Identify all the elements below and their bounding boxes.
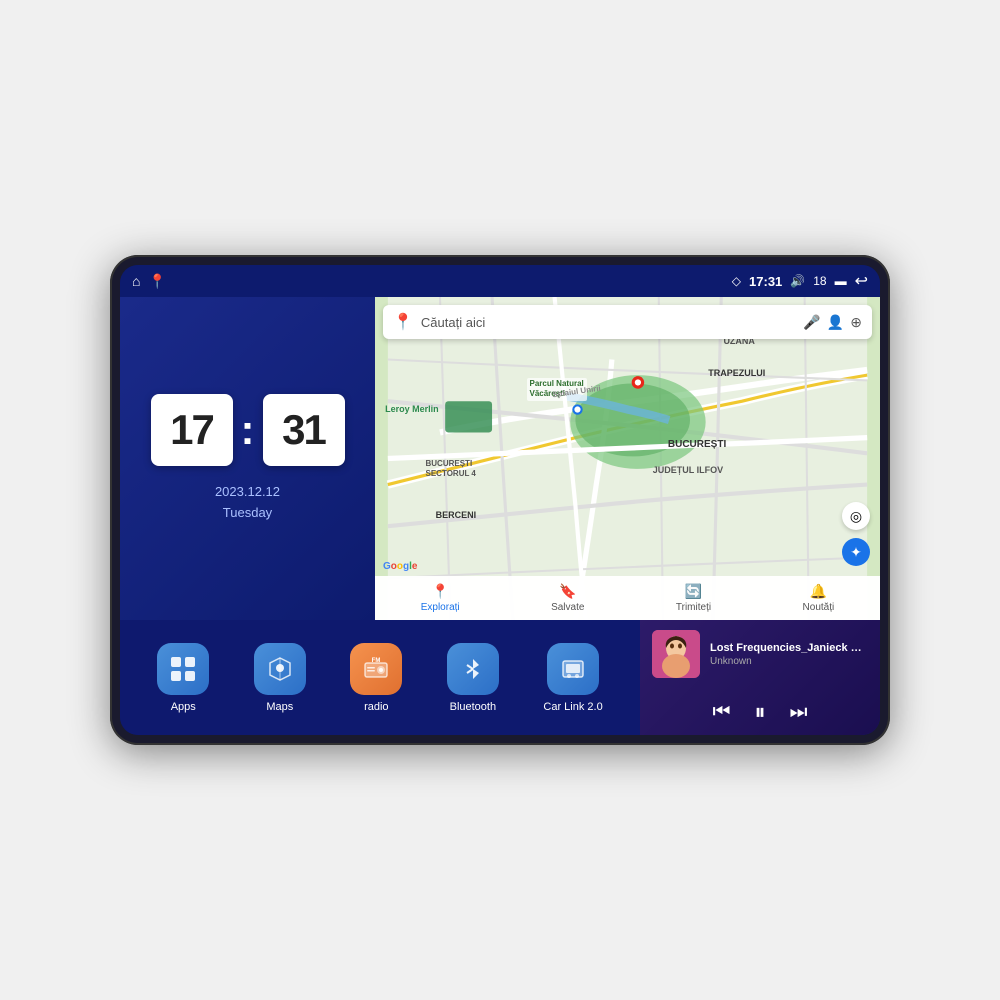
device: ⌂ 📍 ◇ 17:31 🔊 18 ▬ ↩ 17 : [110,255,890,745]
maps-status-icon[interactable]: 📍 [148,273,165,290]
status-right: ◇ 17:31 🔊 18 ▬ ↩ [732,271,868,291]
next-icon: ⏭ [790,701,808,724]
clock-minute: 31 [263,394,345,466]
location-icon: ◎ [850,508,862,525]
music-title: Lost Frequencies_Janieck Devy-... [710,642,868,654]
voice-search-icon[interactable]: 🎤 [803,314,820,331]
map-pin-icon: 📍 [393,312,413,332]
top-row: 17 : 31 2023.12.12 Tuesday [120,297,880,620]
app-label-radio: radio [364,701,388,713]
maps-icon [254,643,306,695]
layers-icon[interactable]: ⊕ [850,314,862,331]
map-bottom-bar: 📍 Explorați 🔖 Salvate 🔄 Trimiteți [375,576,880,620]
app-label-carlink: Car Link 2.0 [543,701,602,713]
app-label-maps: Maps [266,701,293,713]
clock-hour: 17 [151,394,233,466]
apps-icon [157,643,209,695]
status-left: ⌂ 📍 [132,273,166,290]
volume-level: 18 [813,274,826,288]
radio-icon: FM [350,643,402,695]
map-background: 📍 Căutați aici 🎤 👤 ⊕ TRAPEZULUI BUCUREȘT… [375,297,880,620]
music-prev-button[interactable]: ⏮ [712,701,730,724]
app-item-maps[interactable]: Maps [254,643,306,713]
status-bar: ⌂ 📍 ◇ 17:31 🔊 18 ▬ ↩ [120,265,880,297]
app-item-carlink[interactable]: Car Link 2.0 [543,643,602,713]
music-top: Lost Frequencies_Janieck Devy-... Unknow… [652,630,868,678]
bluetooth-app-icon [459,655,487,683]
app-item-apps[interactable]: Apps [157,643,209,713]
bluetooth-icon [447,643,499,695]
svg-text:FM: FM [372,658,381,664]
google-logo: Google [383,561,417,572]
map-nav-trimiteti[interactable]: 🔄 Trimiteți [676,583,711,613]
share-icon: 🔄 [685,583,702,600]
device-screen: ⌂ 📍 ◇ 17:31 🔊 18 ▬ ↩ 17 : [120,265,880,735]
bottom-row: Apps Maps [120,620,880,735]
play-icon: ⏸ [754,699,765,725]
clock-date: 2023.12.12 Tuesday [215,482,280,524]
music-info: Lost Frequencies_Janieck Devy-... Unknow… [710,642,868,667]
main-content: 17 : 31 2023.12.12 Tuesday [120,297,880,735]
radio-app-icon: FM [362,655,390,683]
map-nav-label-share: Trimiteți [676,602,711,613]
home-icon[interactable]: ⌂ [132,273,140,289]
map-svg [375,297,880,620]
map-search-bar[interactable]: 📍 Căutați aici 🎤 👤 ⊕ [383,305,872,339]
signal-icon: ◇ [732,274,741,288]
map-search-text[interactable]: Căutați aici [421,315,795,330]
prev-icon: ⏮ [712,701,730,724]
carlink-app-icon [559,655,587,683]
map-compass[interactable]: ✦ [842,538,870,566]
album-art-svg [652,630,700,678]
map-panel[interactable]: 📍 Căutați aici 🎤 👤 ⊕ TRAPEZULUI BUCUREȘT… [375,297,880,620]
back-icon[interactable]: ↩ [855,271,868,291]
volume-icon[interactable]: 🔊 [790,274,805,288]
account-icon[interactable]: 👤 [827,314,844,331]
status-time: 17:31 [749,274,782,289]
music-controls: ⏮ ⏸ ⏭ [652,699,868,725]
explore-icon: 📍 [431,583,448,600]
map-nav-salvate[interactable]: 🔖 Salvate [551,583,584,613]
music-artist: Unknown [710,656,868,667]
map-nav-label-explore: Explorați [421,602,460,613]
map-nav-label-news: Noutăți [803,602,835,613]
app-grid: Apps Maps [120,620,640,735]
map-search-icons: 🎤 👤 ⊕ [803,314,862,331]
news-icon: 🔔 [810,583,827,600]
map-location-button[interactable]: ◎ [842,502,870,530]
app-item-bluetooth[interactable]: Bluetooth [447,643,499,713]
music-album-art [652,630,700,678]
app-label-bluetooth: Bluetooth [450,701,496,713]
battery-icon: ▬ [835,274,847,288]
clock-colon: : [241,406,255,454]
music-player: Lost Frequencies_Janieck Devy-... Unknow… [640,620,880,735]
compass-icon: ✦ [850,544,862,561]
map-nav-noutati[interactable]: 🔔 Noutăți [803,583,835,613]
map-nav-label-saved: Salvate [551,602,584,613]
app-item-radio[interactable]: FM radio [350,643,402,713]
apps-grid-icon [169,655,197,683]
clock-panel: 17 : 31 2023.12.12 Tuesday [120,297,375,620]
clock-display: 17 : 31 [151,394,345,466]
maps-app-icon [266,655,294,683]
music-next-button[interactable]: ⏭ [790,701,808,724]
map-nav-explorați[interactable]: 📍 Explorați [421,583,460,613]
music-play-button[interactable]: ⏸ [754,699,765,725]
saved-icon: 🔖 [559,583,576,600]
carlink-icon [547,643,599,695]
app-label-apps: Apps [171,701,196,713]
